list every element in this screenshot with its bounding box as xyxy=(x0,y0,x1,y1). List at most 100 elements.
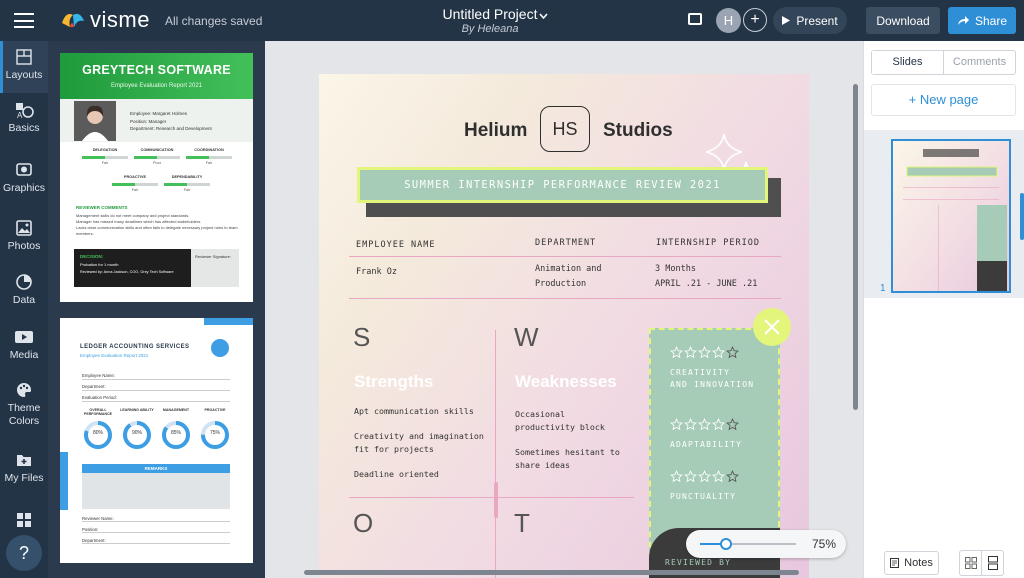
donut-label: PROACTIVE xyxy=(204,408,226,412)
view-toggle xyxy=(959,550,1004,576)
star-icon[interactable] xyxy=(670,418,683,431)
template-footer-field: Position: xyxy=(82,527,230,533)
rating-stars[interactable] xyxy=(670,470,780,483)
weaknesses-title[interactable]: Weaknesses xyxy=(515,372,617,392)
remarks-box xyxy=(82,473,230,509)
zoom-level[interactable]: 75% xyxy=(812,537,836,551)
zoom-control[interactable]: 75% xyxy=(686,530,846,558)
template-donut-metric: OVERALL PERFORMANCE 80% xyxy=(76,408,120,450)
star-icon[interactable] xyxy=(684,418,697,431)
star-icon[interactable] xyxy=(726,346,739,359)
donut-label: LEARNING ABILITY xyxy=(120,408,154,412)
palette-icon xyxy=(17,383,31,397)
hamburger-menu-icon[interactable] xyxy=(14,13,34,28)
swot-handle[interactable] xyxy=(494,482,498,518)
panel-scrollbar[interactable] xyxy=(1020,193,1024,240)
brand-left[interactable]: Helium xyxy=(464,120,527,142)
sidebar-item-theme-colors[interactable]: Theme Colors xyxy=(0,381,48,428)
sidebar-item-layouts[interactable]: Layouts xyxy=(0,41,48,93)
metric-bar-fill xyxy=(112,183,135,186)
donut-value: 90% xyxy=(131,430,142,436)
rating-stars[interactable] xyxy=(670,346,780,359)
list-view-icon[interactable] xyxy=(981,551,1003,575)
sidebar-item-photos[interactable]: Photos xyxy=(0,219,48,252)
swot-divider-vertical xyxy=(495,330,496,578)
basics-icon: A xyxy=(16,103,34,119)
chevron-down-icon[interactable] xyxy=(539,11,548,22)
zoom-slider-handle[interactable] xyxy=(720,538,732,550)
star-icon[interactable] xyxy=(698,418,711,431)
department-value-2[interactable]: Production xyxy=(535,279,586,289)
add-collaborator-icon[interactable]: + xyxy=(743,8,767,32)
swot-divider-horizontal xyxy=(349,497,634,498)
swot-letter-o[interactable]: O xyxy=(353,508,373,539)
swot-letter-s[interactable]: S xyxy=(353,322,370,353)
star-icon[interactable] xyxy=(670,346,683,359)
star-icon[interactable] xyxy=(684,470,697,483)
chat-icon[interactable] xyxy=(688,13,702,25)
rating-item[interactable]: PUNCTUALITY xyxy=(670,470,780,504)
visme-logo[interactable]: visme xyxy=(60,7,150,33)
sidebar-label: Graphics xyxy=(2,182,45,194)
metric-bar xyxy=(134,156,180,159)
document-page[interactable]: Helium HS Studios SUMMER INTERNSHIP PERF… xyxy=(319,74,809,578)
rating-item[interactable]: CREATIVITY AND INNOVATION xyxy=(670,346,780,389)
star-icon[interactable] xyxy=(698,346,711,359)
template-thumbnail-ledger[interactable]: LEDGER ACCOUNTING SERVICES Employee Eval… xyxy=(60,318,253,563)
sidebar-label: Photos xyxy=(7,240,41,252)
swot-letter-w[interactable]: W xyxy=(514,322,539,353)
new-page-button[interactable]: + New page xyxy=(871,84,1016,116)
metric-label: DEPENDABILITY xyxy=(171,175,203,179)
star-icon[interactable] xyxy=(712,418,725,431)
star-icon[interactable] xyxy=(698,470,711,483)
weaknesses-list[interactable]: Occasional productivity block Sometimes … xyxy=(515,408,620,472)
horizontal-scrollbar[interactable] xyxy=(304,570,799,575)
star-icon[interactable] xyxy=(726,418,739,431)
template-thumbnail-greytech[interactable]: GREYTECH SOFTWARE Employee Evaluation Re… xyxy=(60,53,253,302)
grid-view-icon[interactable] xyxy=(960,551,981,575)
download-button[interactable]: Download xyxy=(866,7,940,34)
sidebar-label: Layouts xyxy=(5,69,43,81)
help-button[interactable]: ? xyxy=(6,535,42,571)
notes-button[interactable]: Notes xyxy=(884,551,939,575)
star-icon[interactable] xyxy=(684,346,697,359)
star-icon[interactable] xyxy=(670,470,683,483)
strengths-list[interactable]: Apt communication skills Creativity and … xyxy=(354,405,484,481)
department-value-1[interactable]: Animation and xyxy=(535,264,602,274)
donut-value: 85% xyxy=(170,430,181,436)
template-field: Department: xyxy=(82,384,230,391)
sidebar-item-media[interactable]: Media xyxy=(0,328,48,361)
donut-label: MANAGEMENT xyxy=(162,408,190,412)
brand-right[interactable]: Studios xyxy=(603,120,673,142)
star-icon[interactable] xyxy=(712,470,725,483)
tab-comments[interactable]: Comments xyxy=(944,51,1015,74)
share-button[interactable]: Share xyxy=(948,7,1016,34)
sidebar-item-basics[interactable]: A Basics xyxy=(0,101,48,134)
tab-slides[interactable]: Slides xyxy=(872,51,944,74)
review-banner[interactable]: SUMMER INTERNSHIP PERFORMANCE REVIEW 202… xyxy=(357,167,768,203)
swot-letter-t[interactable]: T xyxy=(514,508,530,539)
slide-thumbnail[interactable] xyxy=(891,139,1011,293)
present-label: Present xyxy=(796,13,838,28)
sidebar-item-data[interactable]: Data xyxy=(0,273,48,306)
strengths-title[interactable]: Strengths xyxy=(354,372,433,392)
star-icon[interactable] xyxy=(726,470,739,483)
vertical-scrollbar[interactable] xyxy=(853,84,858,410)
right-panel xyxy=(863,41,1024,578)
rating-stars[interactable] xyxy=(670,418,780,431)
rating-item[interactable]: ADAPTABILITY xyxy=(670,418,780,452)
period-value-1[interactable]: 3 Months xyxy=(655,264,696,274)
employee-name-value[interactable]: Frank Oz xyxy=(356,267,397,277)
period-value-2[interactable]: APRIL .21 - JUNE .21 xyxy=(655,279,757,289)
brand-mark[interactable]: HS xyxy=(540,106,590,152)
save-status: All changes saved xyxy=(165,14,263,28)
sidebar-item-apps[interactable] xyxy=(0,511,48,531)
present-button[interactable]: Present xyxy=(773,7,847,34)
avatar[interactable]: H xyxy=(716,8,741,33)
slide-preview-graphic xyxy=(903,149,1007,291)
star-icon[interactable] xyxy=(712,346,725,359)
sidebar-item-my-files[interactable]: My Files xyxy=(0,451,48,484)
close-icon[interactable] xyxy=(753,308,791,346)
metric-bar xyxy=(186,156,232,159)
sidebar-item-graphics[interactable]: Graphics xyxy=(0,161,48,194)
